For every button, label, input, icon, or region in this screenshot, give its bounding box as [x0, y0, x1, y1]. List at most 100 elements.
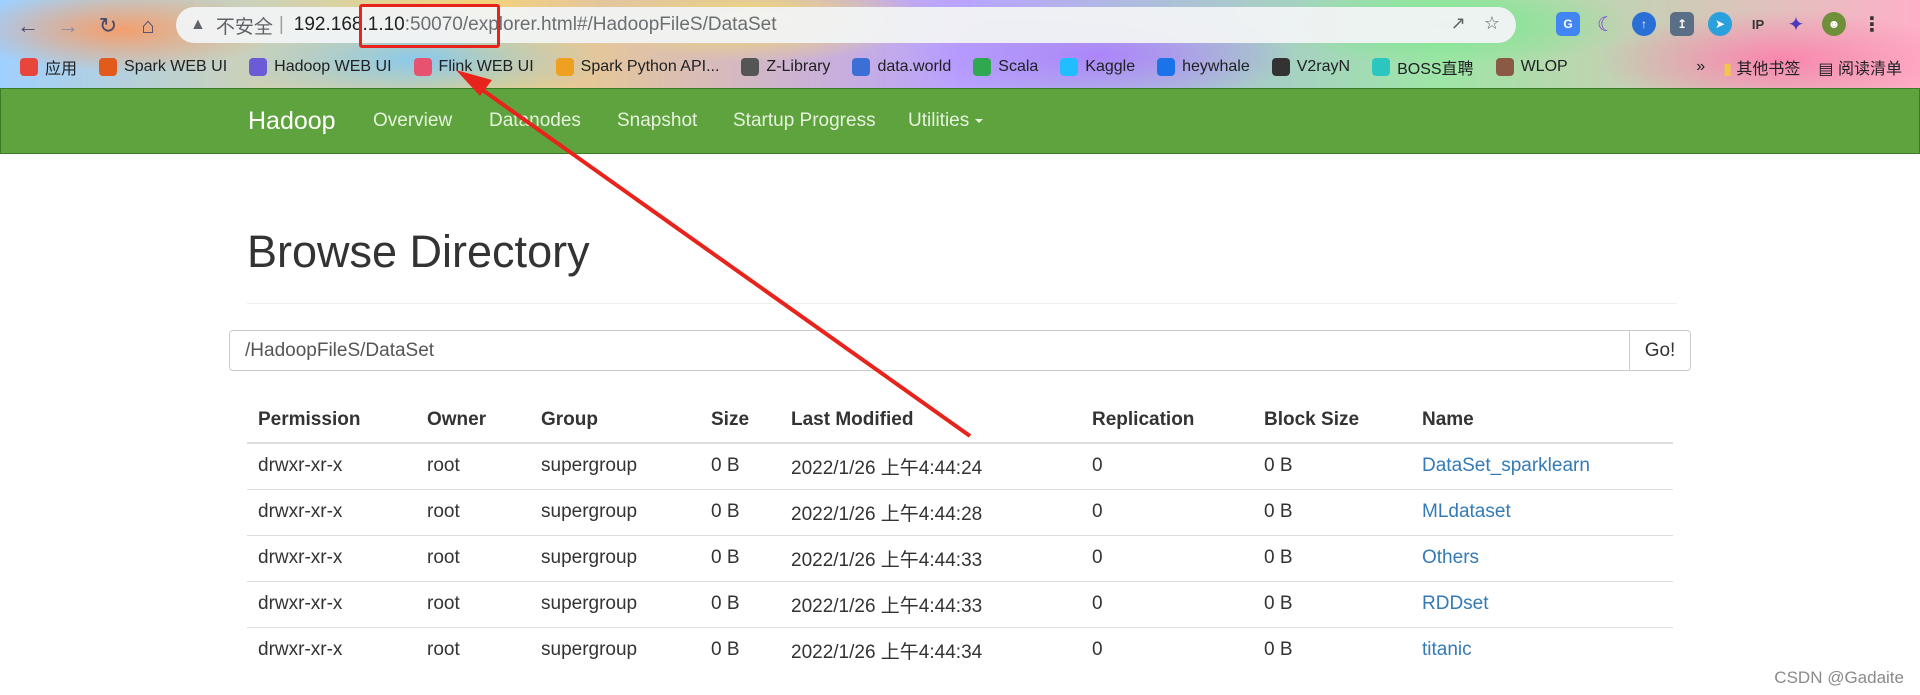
nav-overview[interactable]: Overview [373, 110, 452, 132]
bookmark-star-icon[interactable]: ☆ [1484, 13, 1500, 34]
directory-path-input[interactable] [229, 330, 1630, 371]
nav-utilities-dropdown[interactable]: Utilities [908, 110, 984, 132]
cell-group: supergroup [530, 534, 700, 581]
bookmark-label: Hadoop WEB UI [274, 58, 392, 75]
security-label: 不安全 [215, 16, 273, 38]
bookmarks-right: » ▮ 其他书签 ▤ 阅读清单 [1696, 53, 1902, 81]
cell-modified: 2022/1/26 上午4:44:33 [780, 580, 1081, 627]
bookmark-item[interactable]: heywhale [1157, 58, 1250, 76]
cell-modified: 2022/1/26 上午4:44:34 [780, 626, 1081, 673]
directory-link[interactable]: RDDset [1422, 593, 1489, 614]
bookmark-item[interactable]: BOSS直聘 [1372, 55, 1474, 79]
other-bookmarks-label: 其他书签 [1736, 61, 1801, 78]
cell-owner: root [416, 488, 530, 535]
extensions-puzzle-icon[interactable]: ✦ [1784, 12, 1808, 36]
column-header-group[interactable]: Group [530, 397, 700, 444]
cell-group: supergroup [530, 580, 700, 627]
cell-owner: root [416, 580, 530, 627]
telegram-icon[interactable]: ➤ [1708, 12, 1732, 36]
cell-owner: root [427, 455, 460, 477]
reload-icon[interactable]: ↻ [94, 12, 122, 40]
cell-permission: drwxr-xr-x [247, 580, 416, 627]
upload-circle-icon[interactable]: ↑ [1632, 12, 1656, 36]
bookmark-item[interactable]: WLOP [1495, 58, 1568, 76]
upload-box-icon[interactable]: ↥ [1670, 12, 1694, 36]
profile-avatar-icon[interactable]: ☻ [1822, 12, 1846, 36]
back-arrow-icon[interactable]: ← [14, 12, 42, 40]
bookmark-label: 应用 [45, 61, 78, 78]
table-row: drwxr-xr-x root supergroup 0 B 2022/1/26 上午4… [247, 580, 1673, 627]
forward-arrow-icon[interactable]: → [54, 12, 82, 40]
bookmark-item[interactable]: data.world [852, 58, 951, 76]
share-icon[interactable]: ↗ [1451, 13, 1466, 34]
cell-permission: drwxr-xr-x [247, 488, 416, 535]
bookmark-item[interactable]: 应用 [20, 55, 77, 79]
cell-modified: 2022/1/26 上午4:44:33 [780, 534, 1081, 581]
table-row: drwxr-xr-x root supergroup 0 B 2022/1/26 上午4… [247, 626, 1673, 673]
menu-kebab-icon[interactable]: ⋮ [1860, 12, 1884, 36]
navbar-brand[interactable]: Hadoop [248, 107, 336, 136]
column-header-last-modified[interactable]: Last Modified [780, 397, 1081, 444]
flink-icon [413, 58, 432, 76]
cell-block-size: 0 B [1253, 488, 1411, 535]
directory-link[interactable]: DataSet_sparklearn [1422, 455, 1590, 476]
cell-modified: 2022/1/26 上午4:44:28 [780, 488, 1081, 535]
cell-permission: drwxr-xr-x [258, 455, 343, 477]
reading-list[interactable]: ▤ 阅读清单 [1818, 55, 1902, 79]
nav-datanodes[interactable]: Datanodes [489, 110, 581, 132]
folder-icon: ▮ [1723, 61, 1732, 78]
bookmark-label: Z-Library [766, 58, 831, 75]
home-icon[interactable]: ⌂ [134, 12, 162, 40]
column-header-permission[interactable]: Permission [247, 397, 416, 444]
bookmark-item[interactable]: Spark Python API... [555, 58, 719, 76]
other-bookmarks-folder[interactable]: ▮ 其他书签 [1723, 55, 1800, 79]
column-header-name[interactable]: Name [1411, 397, 1673, 444]
directory-link[interactable]: MLdataset [1422, 501, 1511, 522]
boss-icon [1372, 58, 1391, 76]
bookmark-item[interactable]: V2rayN [1271, 58, 1350, 76]
cell-group: supergroup [530, 488, 700, 535]
heywhale-icon [1157, 58, 1176, 76]
bookmark-item[interactable]: Kaggle [1060, 58, 1135, 76]
column-header-owner[interactable]: Owner [416, 397, 530, 444]
column-header-size[interactable]: Size [700, 397, 780, 444]
nav-utilities-label: Utilities [908, 110, 970, 131]
wlop-icon [1495, 58, 1514, 76]
column-header-replication[interactable]: Replication [1081, 397, 1253, 444]
column-header-block-size[interactable]: Block Size [1253, 397, 1411, 444]
translate-icon[interactable]: G [1556, 12, 1580, 36]
bookmark-item[interactable]: Hadoop WEB UI [249, 58, 392, 76]
cell-replication: 0 [1081, 534, 1253, 581]
bookmark-item[interactable]: Flink WEB UI [413, 58, 534, 76]
nav-snapshot[interactable]: Snapshot [617, 110, 697, 132]
table-row: drwxr-xr-x root supergroup 0 B 2022/1/26 上午4… [247, 443, 1673, 489]
star-icon [555, 58, 574, 76]
bookmark-item[interactable]: Scala [973, 58, 1038, 76]
cell-permission: drwxr-xr-x [247, 534, 416, 581]
table-row: drwxr-xr-x root supergroup 0 B 2022/1/26 上午4… [247, 534, 1673, 581]
cell-name: titanic [1411, 626, 1673, 673]
cell-name: RDDset [1411, 580, 1673, 627]
apps-grid-icon [20, 58, 38, 76]
dark-mode-moon-icon[interactable]: ☾ [1594, 12, 1618, 36]
cell-replication: 0 [1081, 580, 1253, 627]
cell-size: 0 B [711, 455, 740, 477]
cell-replication: 0 [1092, 455, 1103, 477]
table-header-row: Permission Owner Group Size Last Modifie… [247, 397, 1673, 444]
bookmark-item[interactable]: Z-Library [741, 58, 830, 76]
bookmark-item[interactable]: Spark WEB UI [99, 58, 227, 76]
page-title: Browse Directory [247, 226, 590, 277]
warning-triangle-icon: ▲ [190, 16, 206, 33]
ip-icon[interactable]: IP [1746, 12, 1770, 36]
directory-link[interactable]: Others [1422, 547, 1479, 568]
directory-link[interactable]: titanic [1422, 639, 1472, 660]
reading-list-label: 阅读清单 [1837, 61, 1902, 78]
cell-group: supergroup [530, 626, 700, 673]
bookmarks-overflow-icon[interactable]: » [1696, 58, 1705, 76]
github-icon [1271, 58, 1290, 76]
go-button[interactable]: Go! [1629, 330, 1691, 371]
cell-modified: 2022/1/26 上午4:44:24 [791, 457, 983, 479]
directory-listing-table: Permission Owner Group Size Last Modifie… [247, 397, 1673, 673]
cell-name: Others [1411, 534, 1673, 581]
nav-startup-progress[interactable]: Startup Progress [733, 110, 876, 132]
